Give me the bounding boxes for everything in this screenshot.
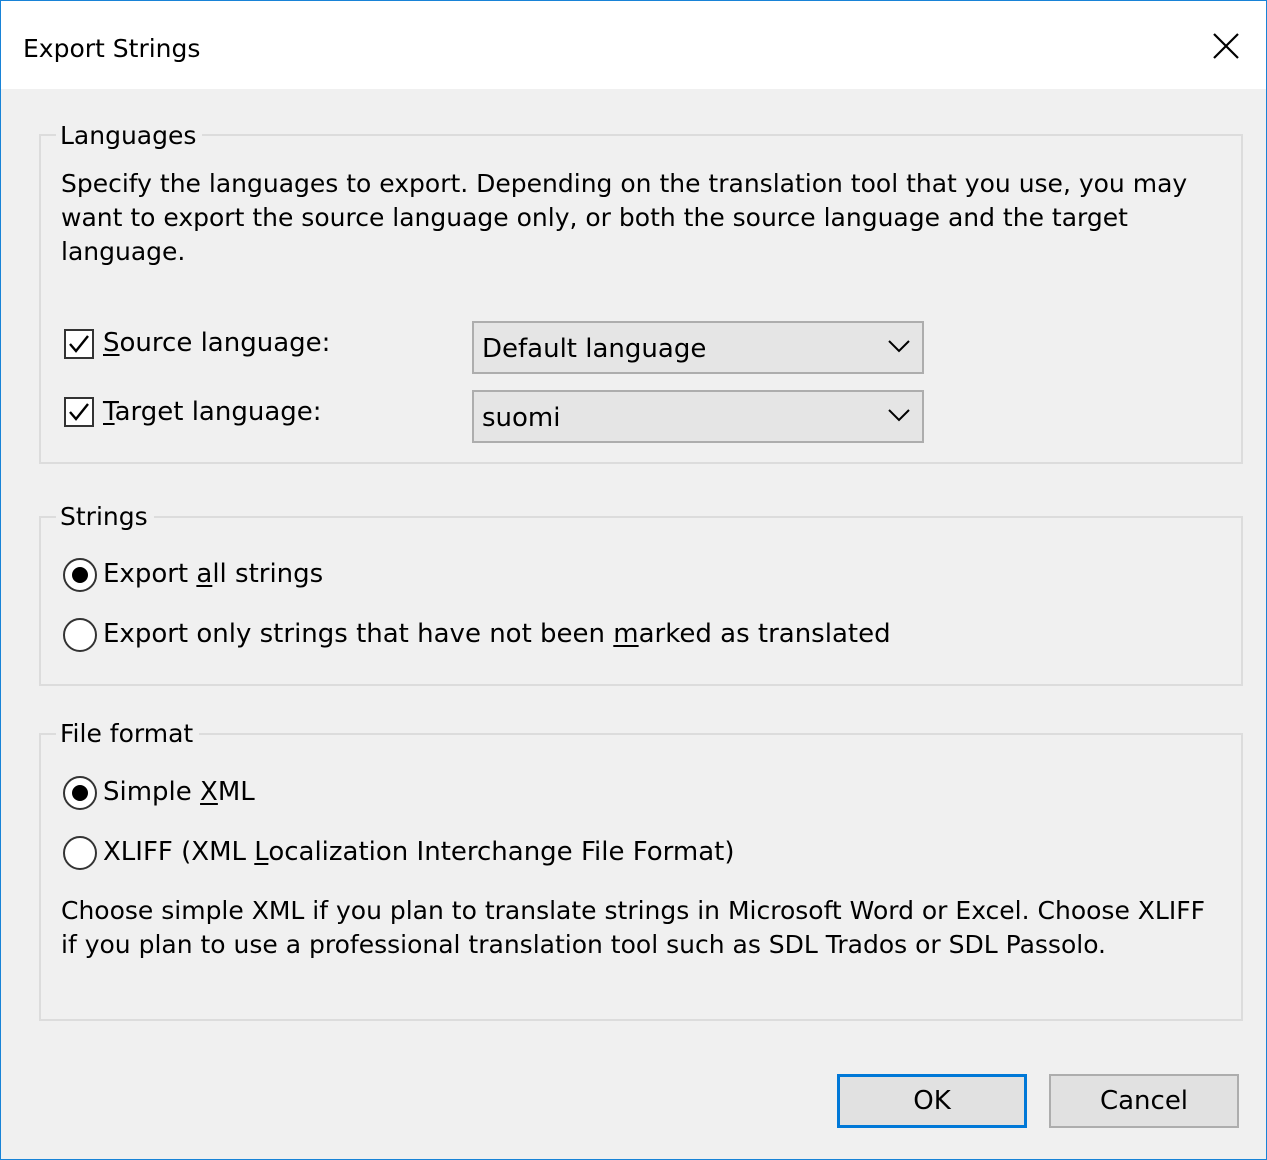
simple-xml-label[interactable]: Simple XML (103, 774, 255, 810)
chevron-down-icon (888, 340, 910, 353)
checkmark-icon (69, 403, 89, 421)
accesskey: X (200, 777, 218, 807)
target-language-checkbox[interactable] (64, 397, 94, 427)
export-unmarked-strings-radio[interactable] (63, 618, 97, 652)
label-part: Export (103, 559, 197, 589)
target-language-dropdown[interactable]: suomi (472, 390, 924, 443)
export-unmarked-strings-label[interactable]: Export only strings that have not been m… (103, 616, 891, 652)
dialog-title: Export Strings (23, 34, 201, 63)
label-part: Export only strings that have not been (103, 619, 614, 649)
strings-legend: Strings (56, 500, 154, 534)
title-bar: Export Strings (1, 1, 1266, 89)
target-language-value: suomi (482, 403, 561, 433)
label-part: arked as translated (638, 619, 891, 649)
close-button[interactable] (1181, 1, 1266, 89)
accesskey: a (196, 559, 213, 589)
label-part: ML (217, 777, 255, 807)
close-icon (1213, 33, 1239, 59)
languages-description: Specify the languages to export. Dependi… (61, 169, 1188, 266)
accesskey: L (254, 837, 269, 867)
source-language-label-text: ource language: (119, 328, 331, 358)
ok-button[interactable]: OK (837, 1074, 1027, 1128)
label-part: XLIFF (XML (103, 837, 255, 867)
xliff-label[interactable]: XLIFF (XML Localization Interchange File… (103, 834, 734, 870)
simple-xml-radio[interactable] (63, 776, 97, 810)
source-language-checkbox[interactable] (64, 329, 94, 359)
file-format-legend: File format (56, 717, 200, 751)
target-language-label-text: arget language: (114, 397, 322, 427)
label-part: ocalization Interchange File Format) (268, 837, 735, 867)
target-language-accesskey: T (103, 397, 115, 427)
export-all-strings-radio[interactable] (63, 558, 97, 592)
target-language-label[interactable]: Target language: (103, 394, 322, 430)
source-language-label[interactable]: Source language: (103, 325, 330, 361)
source-language-value: Default language (482, 334, 707, 364)
label-part: Simple (103, 777, 201, 807)
file-format-note: Choose simple XML if you plan to transla… (61, 896, 1205, 959)
strings-group (39, 516, 1243, 686)
xliff-radio[interactable] (63, 836, 97, 870)
checkmark-icon (69, 335, 89, 353)
cancel-button[interactable]: Cancel (1049, 1074, 1239, 1128)
source-language-dropdown[interactable]: Default language (472, 321, 924, 374)
chevron-down-icon (888, 409, 910, 422)
label-part: ll strings (212, 559, 324, 589)
export-strings-dialog: Export Strings Languages Specify the lan… (0, 0, 1267, 1160)
languages-legend: Languages (56, 119, 203, 153)
export-all-strings-label[interactable]: Export all strings (103, 556, 323, 592)
source-language-accesskey: S (103, 328, 120, 358)
accesskey: m (613, 619, 639, 649)
